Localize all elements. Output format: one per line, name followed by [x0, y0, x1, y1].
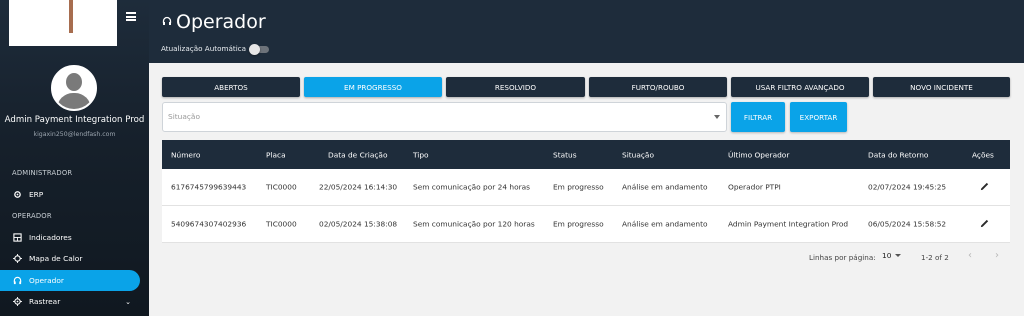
edit-icon[interactable]: [979, 218, 991, 230]
headset-icon: [12, 276, 22, 286]
user-name: Admin Payment Integration Prod: [4, 115, 145, 125]
sidebar-item-label: Rastrear: [29, 297, 61, 306]
cell-data-criacao: 02/05/2024 15:38:08: [319, 219, 398, 229]
cell-numero: 6176745799639443: [171, 182, 247, 192]
export-button[interactable]: EXPORTAR: [790, 102, 847, 132]
cell-status: Em progresso: [553, 219, 604, 229]
cell-status: Em progresso: [553, 182, 604, 192]
pagination-range: 1-2 of 2: [921, 253, 949, 262]
cell-situacao: Análise em andamento: [622, 219, 708, 229]
page-title-text: Operador: [176, 11, 266, 33]
sidebar-item-label: Operador: [29, 276, 64, 285]
col-situacao: Situação: [622, 150, 654, 159]
sidebar-item-rastrear[interactable]: Rastrear ⌄: [0, 291, 140, 312]
sidebar-item-operador[interactable]: Operador: [0, 270, 140, 291]
sidebar-item-mapa-de-calor[interactable]: Mapa de Calor: [0, 248, 140, 269]
sidebar-item-label: Indicadores: [29, 233, 72, 242]
col-placa: Placa: [266, 150, 286, 159]
logo: [9, 0, 117, 46]
cell-placa: TIC0000: [266, 219, 297, 229]
tab-furto-roubo[interactable]: FURTO/ROUBO: [589, 77, 727, 97]
table-row[interactable]: 5409674307402936 TIC0000 02/05/2024 15:3…: [162, 206, 1010, 243]
cell-situacao: Análise em andamento: [622, 182, 708, 192]
cell-data-criacao: 22/05/2024 16:14:30: [319, 182, 398, 192]
dashboard-icon: [12, 233, 22, 243]
col-acoes: Ações: [972, 150, 994, 159]
sidebar: Admin Payment Integration Prod kigaxin25…: [0, 0, 149, 316]
new-incident-button[interactable]: NOVO INCIDENTE: [873, 77, 1010, 97]
tab-em-progresso[interactable]: EM PROGRESSO: [304, 77, 442, 97]
cell-ultimo-operador: Operador PTPI: [728, 182, 781, 192]
map-icon: [12, 254, 22, 264]
auto-update-toggle[interactable]: [249, 44, 269, 55]
page-title: Operador: [162, 11, 266, 33]
cell-data-retorno: 06/05/2024 15:58:52: [868, 219, 947, 229]
cell-tipo: Sem comunicação por 120 horas: [413, 219, 535, 229]
user-email: kigaxin250@lendfash.com: [33, 131, 116, 138]
avatar: [51, 65, 97, 111]
section-administrador: ADMINISTRADOR: [12, 169, 73, 177]
col-status: Status: [553, 150, 577, 159]
menu-icon[interactable]: [126, 12, 136, 21]
sidebar-item-indicadores[interactable]: Indicadores: [0, 227, 140, 248]
section-operador: OPERADOR: [12, 212, 52, 220]
col-tipo: Tipo: [413, 150, 429, 159]
cell-ultimo-operador: Admin Payment Integration Prod: [728, 219, 849, 229]
page-header: Operador Atualização Automática: [149, 0, 1024, 63]
tab-resolvido[interactable]: RESOLVIDO: [446, 77, 585, 97]
sidebar-item-erp[interactable]: ERP: [0, 184, 140, 205]
rows-per-page-label: Linhas por página:: [809, 253, 876, 262]
cell-data-retorno: 02/07/2024 19:45:25: [868, 182, 947, 192]
rows-per-page-value: 10: [882, 251, 892, 260]
edit-icon[interactable]: [979, 181, 991, 193]
situacao-select[interactable]: Situação: [162, 102, 727, 132]
col-numero: Número: [171, 150, 201, 159]
col-data-criacao: Data de Criação: [328, 150, 388, 159]
cell-tipo: Sem comunicação por 24 horas: [413, 182, 531, 192]
target-icon: [12, 297, 22, 307]
headset-icon: [162, 16, 172, 29]
rows-per-page-select[interactable]: 10: [882, 251, 902, 260]
chevron-down-icon[interactable]: ⌄: [125, 298, 131, 306]
sidebar-item-label: Mapa de Calor: [29, 254, 83, 263]
cell-placa: TIC0000: [266, 182, 297, 192]
previous-page-icon[interactable]: ‹: [968, 250, 972, 261]
sidebar-item-label: ERP: [29, 190, 44, 199]
auto-update-label: Atualização Automática: [161, 44, 247, 53]
cell-numero: 5409674307402936: [171, 219, 247, 229]
table-header: Número Placa Data de Criação Tipo Status…: [162, 140, 1010, 169]
gear-icon: [12, 190, 22, 200]
dropdown-arrow-icon: [714, 115, 720, 119]
situacao-placeholder: Situação: [168, 112, 200, 121]
tab-abertos[interactable]: ABERTOS: [162, 77, 300, 97]
chevron-down-icon: [895, 254, 902, 257]
next-page-icon[interactable]: ›: [995, 250, 999, 261]
advanced-filter-button[interactable]: USAR FILTRO AVANÇADO: [731, 77, 869, 97]
table-row[interactable]: 6176745799639443 TIC0000 22/05/2024 16:1…: [162, 169, 1010, 206]
incidents-table: Número Placa Data de Criação Tipo Status…: [162, 140, 1010, 243]
filter-button[interactable]: FILTRAR: [731, 102, 785, 132]
col-ultimo-operador: Último Operador: [728, 150, 790, 159]
col-data-retorno: Data do Retorno: [868, 150, 929, 159]
